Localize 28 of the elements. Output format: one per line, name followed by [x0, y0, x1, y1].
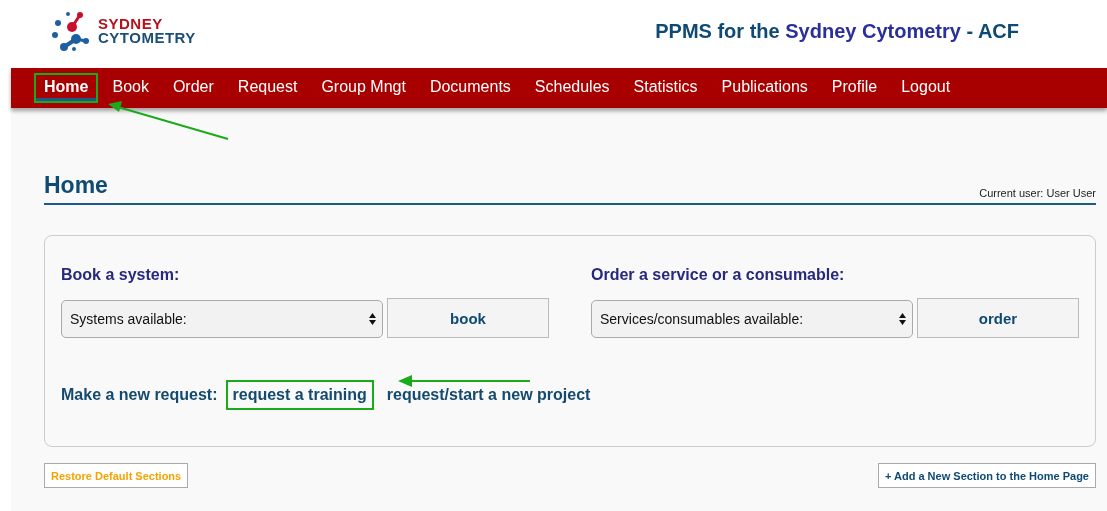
nav-tab[interactable]: Group Mngt: [311, 73, 416, 103]
logo-text: CYTOMETRY: [98, 31, 196, 45]
nav-tab[interactable]: Documents: [419, 73, 521, 103]
logo-text: SYDNEY: [98, 17, 164, 31]
current-user-text: Current user: User User: [979, 187, 1096, 199]
nav-tab[interactable]: Profile: [821, 73, 888, 103]
nav-tab[interactable]: Home: [34, 73, 99, 103]
updown-caret-icon: [899, 313, 906, 325]
request-link[interactable]: request/start a new project: [379, 380, 598, 410]
nav-tab[interactable]: Request: [227, 73, 308, 103]
select-dropdown[interactable]: Services/consumables available:: [591, 300, 913, 338]
request-label: Make a new request:: [61, 386, 218, 404]
add-section-button[interactable]: + Add a New Section to the Home Page: [877, 463, 1096, 488]
action-button[interactable]: order: [917, 298, 1079, 338]
request-link[interactable]: request a training: [225, 380, 374, 410]
action-button[interactable]: book: [387, 298, 549, 338]
nav-tab[interactable]: Publications: [711, 73, 818, 103]
section-title: Book a system:: [61, 266, 181, 284]
section-title: Order a service or a consumable:: [591, 266, 846, 284]
page-heading: Home: [44, 172, 108, 199]
nav-tab[interactable]: Order: [162, 73, 224, 103]
nav-tab[interactable]: Book: [102, 73, 159, 103]
select-dropdown[interactable]: Systems available:: [61, 300, 383, 338]
updown-caret-icon: [369, 313, 376, 325]
nav-tab[interactable]: Logout: [891, 73, 961, 103]
nav-tab[interactable]: Statistics: [623, 73, 708, 103]
site-title: PPMS for the Sydney Cytometry - ACF: [655, 19, 1019, 43]
nav-tab[interactable]: Schedules: [524, 73, 620, 103]
